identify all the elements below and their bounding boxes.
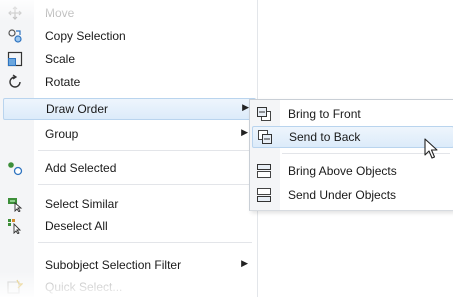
menu-item-move[interactable]: Move [3,2,254,24]
send-to-back-icon [257,129,273,145]
submenu-arrow-icon: ▶ [241,127,248,137]
send-under-objects-icon [256,187,272,203]
draw-order-submenu: Bring to Front Send to Back Bring Above … [249,99,453,211]
menu-separator [38,242,252,243]
menu-item-label: Quick Select... [45,280,123,294]
menu-item-label: Scale [45,52,76,66]
menu-item-label: Rotate [45,75,81,89]
menu-item-scale[interactable]: Scale [3,48,254,70]
add-selected-icon [7,160,23,176]
submenu-arrow-icon: ▶ [241,258,248,268]
bring-to-front-icon [256,106,272,122]
menu-item-label: Draw Order [46,102,109,116]
menu-item-rotate[interactable]: Rotate [3,71,254,93]
scale-icon [7,51,23,67]
menu-item-label: Subobject Selection Filter [45,258,182,272]
submenu-item-label: Bring Above Objects [288,164,397,178]
submenu-item-label: Bring to Front [288,107,361,121]
menu-item-add-selected[interactable]: Add Selected [3,157,254,179]
menu-item-label: Deselect All [45,219,108,233]
menu-separator [38,184,252,185]
quick-select-icon [7,279,24,295]
menu-item-label: Select Similar [45,197,119,211]
menu-item-label: Add Selected [45,161,117,175]
submenu-item-send-under-objects[interactable]: Send Under Objects [252,184,452,206]
menu-item-group[interactable]: Group ▶ [3,123,254,145]
menu-item-draw-order[interactable]: Draw Order ▶ [3,98,256,120]
rotate-icon [7,74,23,90]
submenu-item-label: Send to Back [289,130,361,144]
context-menu: Move Copy Selection Scale Rotate Draw Or… [0,0,258,297]
menu-item-label: Group [45,127,79,141]
copy-selection-icon [7,28,23,44]
submenu-item-send-to-back[interactable]: Send to Back [252,126,453,148]
menu-item-copy-selection[interactable]: Copy Selection [3,25,254,47]
submenu-item-bring-above-objects[interactable]: Bring Above Objects [252,160,452,182]
move-icon [7,5,23,21]
menu-item-label: Copy Selection [45,29,126,43]
menu-item-subobject-selection-filter[interactable]: Subobject Selection Filter ▶ [3,254,254,276]
menu-item-select-similar[interactable]: Select Similar [3,193,254,215]
deselect-all-icon [7,218,23,235]
menu-item-label: Move [45,6,75,20]
bring-above-objects-icon [256,163,272,179]
menu-item-deselect-all[interactable]: Deselect All [3,215,254,237]
submenu-item-bring-to-front[interactable]: Bring to Front [252,103,452,125]
submenu-arrow-icon: ▶ [242,102,249,112]
menu-separator [38,150,252,151]
submenu-item-label: Send Under Objects [288,188,397,202]
select-similar-icon [7,196,23,213]
mouse-cursor-icon [424,138,440,160]
menu-item-quick-select[interactable]: Quick Select... [3,276,254,298]
